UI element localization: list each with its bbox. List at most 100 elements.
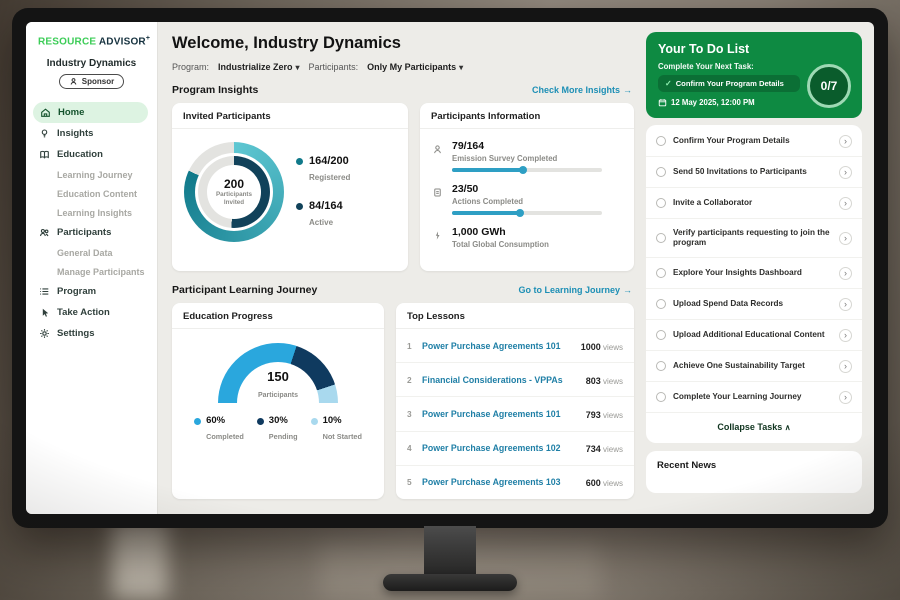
lesson-views: 793 bbox=[586, 410, 601, 420]
task-chevron-button[interactable]: › bbox=[839, 232, 852, 245]
link-label: Go to Learning Journey bbox=[518, 285, 620, 295]
task-label: Upload Additional Educational Content bbox=[673, 330, 832, 341]
lesson-link[interactable]: Power Purchase Agreements 101 bbox=[422, 341, 574, 351]
legend-dot-active bbox=[296, 203, 303, 210]
chevron-right-icon: › bbox=[844, 198, 847, 208]
sidebar-item-education[interactable]: Education bbox=[26, 144, 157, 165]
sidebar-item-home[interactable]: Home bbox=[33, 102, 148, 123]
task-row[interactable]: Complete Your Learning Journey › bbox=[646, 382, 862, 413]
task-checkbox[interactable] bbox=[656, 330, 666, 340]
task-row[interactable]: Upload Additional Educational Content › bbox=[646, 320, 862, 351]
clipboard-icon bbox=[432, 187, 443, 198]
info-label: Total Global Consumption bbox=[452, 240, 549, 249]
task-chevron-button[interactable]: › bbox=[839, 298, 852, 311]
task-checkbox[interactable] bbox=[656, 233, 666, 243]
task-checkbox[interactable] bbox=[656, 361, 666, 371]
info-value: 79/164 bbox=[452, 140, 602, 152]
go-to-learning-journey-link[interactable]: Go to Learning Journey → bbox=[518, 285, 632, 295]
todo-task-list: Confirm Your Program Details › Send 50 I… bbox=[646, 125, 862, 443]
sponsor-badge[interactable]: Sponsor bbox=[59, 74, 124, 89]
todo-next-task[interactable]: ✓ Confirm Your Program Details bbox=[658, 75, 800, 92]
task-row[interactable]: Achieve One Sustainability Target › bbox=[646, 351, 862, 382]
info-card-body: 79/164 Emission Survey Completed bbox=[420, 129, 634, 271]
lightbulb-icon bbox=[39, 128, 50, 139]
task-label: Send 50 Invitations to Participants bbox=[673, 167, 832, 178]
sidebar-item-take-action[interactable]: Take Action bbox=[26, 302, 157, 323]
legend-label: Completed bbox=[206, 432, 244, 441]
arrow-right-icon: → bbox=[623, 285, 632, 295]
task-chevron-button[interactable]: › bbox=[839, 135, 852, 148]
task-chevron-button[interactable]: › bbox=[839, 391, 852, 404]
logo-advisor: ADVISOR bbox=[99, 36, 146, 47]
sponsor-badge-label: Sponsor bbox=[82, 77, 114, 86]
donut-center-value: 200 bbox=[224, 177, 244, 191]
sidebar-item-participants[interactable]: Participants bbox=[26, 222, 157, 243]
chevron-right-icon: › bbox=[844, 299, 847, 309]
task-row[interactable]: Invite a Collaborator › bbox=[646, 188, 862, 219]
dashboard-screen: RESOURCE ADVISOR+ Industry Dynamics Spon… bbox=[26, 22, 874, 514]
lesson-link[interactable]: Financial Considerations - VPPAs bbox=[422, 375, 579, 385]
sidebar-item-insights[interactable]: Insights bbox=[26, 123, 157, 144]
task-row[interactable]: Confirm Your Program Details › bbox=[646, 126, 862, 157]
progress-track bbox=[452, 211, 602, 215]
sidebar-item-learning-journey[interactable]: Learning Journey bbox=[26, 165, 157, 184]
lesson-link[interactable]: Power Purchase Agreements 101 bbox=[422, 409, 579, 419]
task-chevron-button[interactable]: › bbox=[839, 166, 852, 179]
todo-next-task-label: Confirm Your Program Details bbox=[676, 79, 784, 88]
task-checkbox[interactable] bbox=[656, 268, 666, 278]
gear-icon bbox=[39, 328, 50, 339]
program-insights-header: Program Insights Check More Insights → bbox=[172, 84, 632, 96]
task-chevron-button[interactable]: › bbox=[839, 329, 852, 342]
participants-information-card: Participants Information 79/164 Emission… bbox=[420, 103, 634, 271]
sidebar-item-manage-participants[interactable]: Manage Participants bbox=[26, 262, 157, 281]
org-name: Industry Dynamics bbox=[26, 58, 157, 69]
info-label: Actions Completed bbox=[452, 197, 602, 206]
card-title: Education Progress bbox=[172, 303, 384, 329]
task-checkbox[interactable] bbox=[656, 167, 666, 177]
section-title: Participant Learning Journey bbox=[172, 284, 317, 296]
invited-donut-chart: 200 Participants Invited bbox=[184, 142, 284, 242]
task-row[interactable]: Upload Spend Data Records › bbox=[646, 289, 862, 320]
gauge-center-value: 150 bbox=[218, 369, 338, 384]
legend-label: Registered bbox=[309, 173, 350, 182]
task-label: Explore Your Insights Dashboard bbox=[673, 268, 832, 279]
progress-fill bbox=[452, 168, 524, 172]
sidebar-item-general-data[interactable]: General Data bbox=[26, 243, 157, 262]
task-checkbox[interactable] bbox=[656, 392, 666, 402]
people-icon bbox=[39, 227, 50, 238]
section-title: Program Insights bbox=[172, 84, 258, 96]
sidebar-item-learning-insights[interactable]: Learning Insights bbox=[26, 203, 157, 222]
legend-item-registered: 164/200 Registered bbox=[296, 155, 350, 185]
collapse-tasks-link[interactable]: Collapse Tasks ∧ bbox=[646, 413, 862, 442]
sidebar-item-program[interactable]: Program bbox=[26, 281, 157, 302]
lesson-link[interactable]: Power Purchase Agreements 103 bbox=[422, 477, 579, 487]
info-label: Emission Survey Completed bbox=[452, 154, 602, 163]
task-row[interactable]: Explore Your Insights Dashboard › bbox=[646, 258, 862, 289]
card-title: Invited Participants bbox=[172, 103, 408, 129]
lesson-views-label: views bbox=[601, 445, 623, 454]
task-checkbox[interactable] bbox=[656, 198, 666, 208]
participants-filter-dropdown[interactable]: Only My Participants ▾ bbox=[367, 62, 463, 72]
sponsor-person-icon bbox=[69, 77, 78, 86]
lesson-link[interactable]: Power Purchase Agreements 102 bbox=[422, 443, 579, 453]
task-label: Upload Spend Data Records bbox=[673, 299, 832, 310]
task-checkbox[interactable] bbox=[656, 299, 666, 309]
info-row-consumption: 1,000 GWh Total Global Consumption bbox=[432, 226, 622, 254]
task-chevron-button[interactable]: › bbox=[839, 360, 852, 373]
task-row[interactable]: Verify participants requesting to join t… bbox=[646, 219, 862, 258]
sidebar-item-education-content[interactable]: Education Content bbox=[26, 184, 157, 203]
task-chevron-button[interactable]: › bbox=[839, 197, 852, 210]
task-row[interactable]: Send 50 Invitations to Participants › bbox=[646, 157, 862, 188]
lesson-views-label: views bbox=[601, 479, 623, 488]
program-filter-dropdown[interactable]: Industrialize Zero ▾ bbox=[218, 62, 300, 72]
task-checkbox[interactable] bbox=[656, 136, 666, 146]
legend-dot-completed bbox=[194, 418, 201, 425]
task-chevron-button[interactable]: › bbox=[839, 267, 852, 280]
top-lessons-card: Top Lessons 1 Power Purchase Agreements … bbox=[396, 303, 634, 499]
sidebar-item-settings[interactable]: Settings bbox=[26, 323, 157, 344]
lesson-rank: 2 bbox=[407, 375, 415, 385]
check-more-insights-link[interactable]: Check More Insights → bbox=[532, 85, 632, 95]
bolt-icon bbox=[432, 230, 443, 241]
chevron-down-icon: ▾ bbox=[296, 63, 300, 72]
lesson-views-label: views bbox=[601, 343, 623, 352]
